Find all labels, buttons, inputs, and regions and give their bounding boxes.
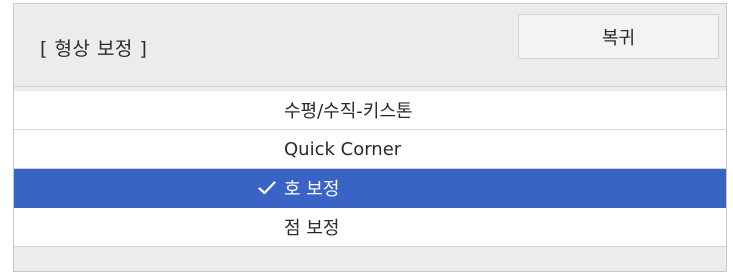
menu-item-curved-surface[interactable]: 호 보정 (14, 169, 726, 208)
header-divider (14, 86, 726, 87)
menu-item-label: 수평/수직-키스톤 (284, 101, 413, 122)
menu-item-label: Quick Corner (284, 138, 402, 160)
geometry-correction-panel: [ 형상 보정 ] 복귀 수평/수직-키스톤 Quick Corner 호 보정… (13, 3, 727, 272)
menu-item-point-correction[interactable]: 점 보정 (14, 208, 726, 247)
menu-item-keystone[interactable]: 수평/수직-키스톤 (14, 91, 726, 130)
correction-menu: 수평/수직-키스톤 Quick Corner 호 보정 점 보정 (14, 91, 726, 247)
panel-header: [ 형상 보정 ] 복귀 (14, 4, 726, 86)
checkmark-icon (258, 181, 276, 195)
reset-button[interactable]: 복귀 (518, 14, 719, 59)
menu-item-quick-corner[interactable]: Quick Corner (14, 130, 726, 169)
menu-item-label: 점 보정 (284, 218, 340, 239)
panel-title: [ 형상 보정 ] (40, 38, 148, 60)
menu-item-label: 호 보정 (284, 179, 340, 200)
